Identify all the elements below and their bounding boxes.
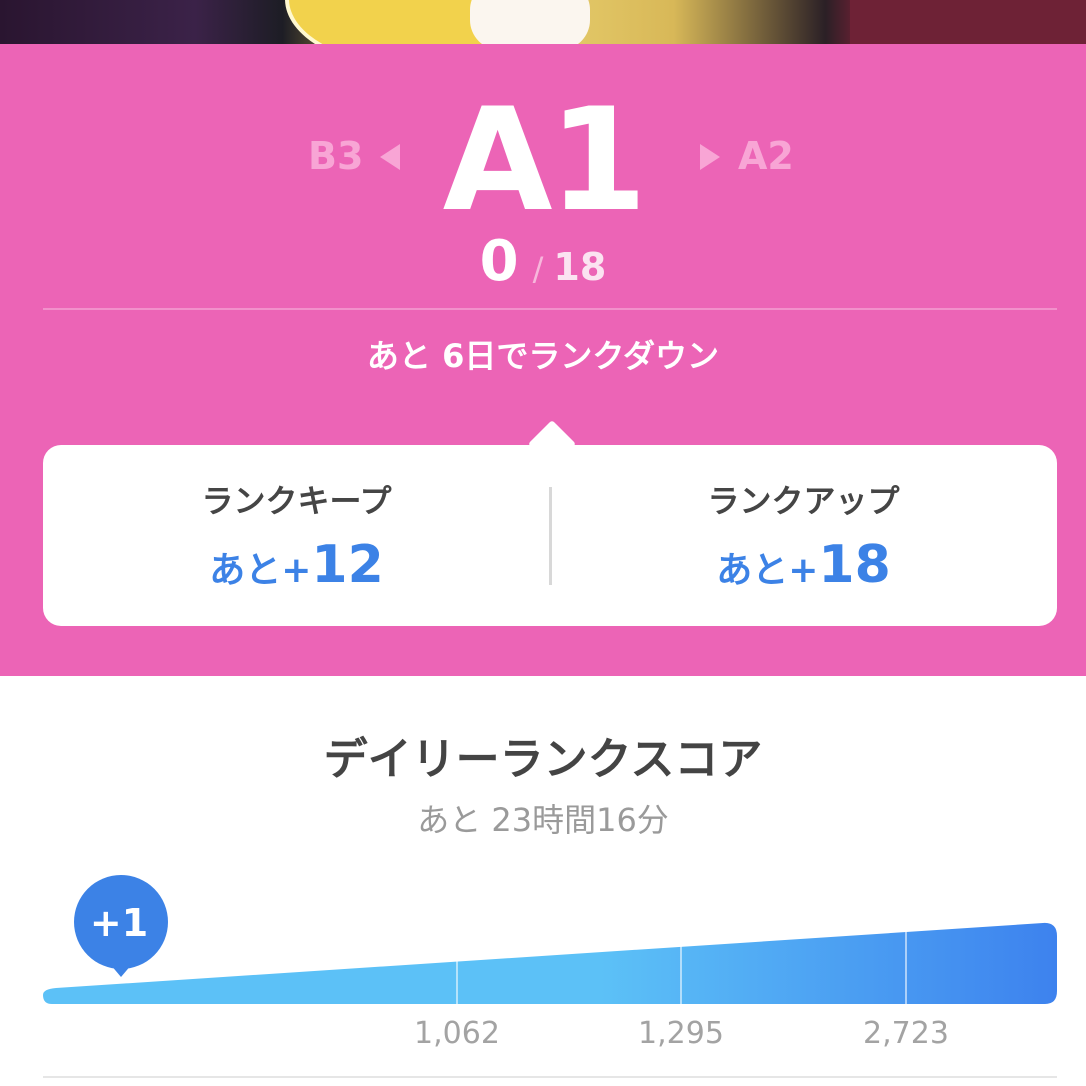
rank-up-column: ランクアップ あと+18 — [550, 445, 1057, 626]
threshold-tick-label: 1,062 — [414, 1016, 500, 1051]
progress-total: 18 — [553, 245, 607, 289]
triangle-right-icon[interactable] — [700, 144, 720, 170]
rank-keep-column: ランクキープ あと+12 — [43, 445, 550, 626]
section-bottom-divider — [43, 1076, 1057, 1078]
rank-keep-prefix: あと+ — [209, 550, 312, 591]
rank-panel: B3 A1 A2 0/18 あと 6日でランクダウン ランクキープ あと+12 … — [0, 44, 1086, 676]
rank-target-card: ランクキープ あと+12 ランクアップ あと+18 — [43, 445, 1057, 626]
rank-keep-label: ランクキープ — [201, 482, 392, 520]
rank-keep-value: あと+12 — [43, 535, 550, 607]
banner-character — [470, 0, 590, 44]
threshold-tick-label: 2,723 — [863, 1016, 949, 1051]
rankdown-message: あと 6日でランクダウン — [366, 337, 720, 375]
current-score-marker: +1 — [74, 875, 168, 977]
rank-up-prefix: あと+ — [716, 550, 819, 591]
current-score-marker-label: +1 — [90, 901, 148, 945]
banner-panel — [850, 0, 1086, 44]
rank-progress: 0 /18 — [0, 232, 1086, 292]
progress-slash: / — [532, 250, 544, 288]
next-rank-label[interactable]: A2 — [738, 134, 794, 178]
top-banner-image[interactable] — [0, 0, 1086, 44]
progress-current: 0 — [479, 229, 519, 294]
score-ramp-bar — [43, 922, 1057, 1004]
rank-divider — [43, 308, 1057, 310]
daily-remaining-time: あと 23時間16分 — [417, 801, 669, 839]
rank-up-label: ランクアップ — [707, 482, 900, 520]
daily-score-chart: +1 — [43, 875, 1057, 1004]
rank-up-value: あと+18 — [550, 535, 1057, 607]
current-rank: A1 — [442, 78, 648, 243]
daily-score-title: デイリーランクスコア — [323, 734, 763, 785]
rank-keep-number: 12 — [311, 535, 384, 595]
threshold-tick-label: 1,295 — [638, 1016, 724, 1051]
rank-up-number: 18 — [818, 535, 891, 595]
